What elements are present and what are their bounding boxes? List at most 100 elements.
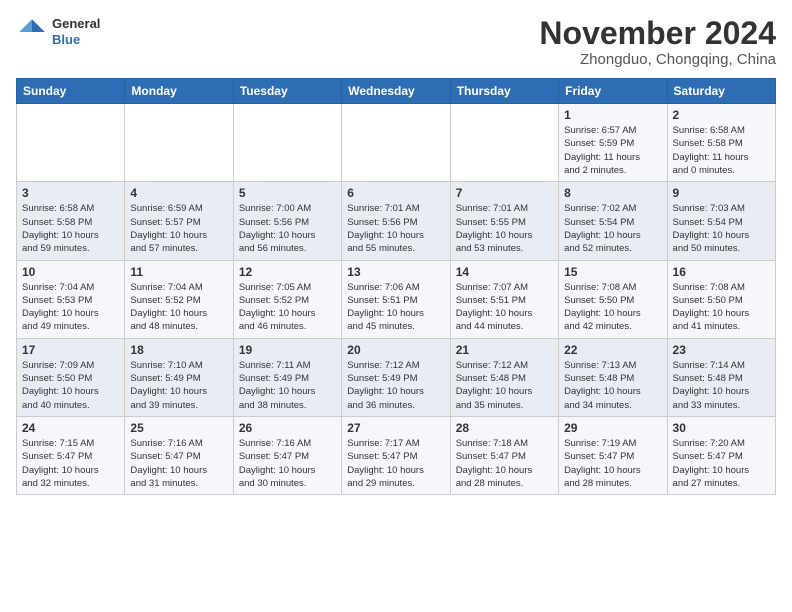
day-number: 20 (347, 343, 444, 357)
day-number: 22 (564, 343, 661, 357)
day-info: Sunrise: 7:03 AM Sunset: 5:54 PM Dayligh… (673, 202, 770, 255)
calendar-cell (233, 104, 341, 182)
day-number: 13 (347, 265, 444, 279)
day-info: Sunrise: 7:11 AM Sunset: 5:49 PM Dayligh… (239, 359, 336, 412)
calendar-cell: 26 Sunrise: 7:16 AM Sunset: 5:47 PM Dayli… (233, 416, 341, 494)
logo: General Blue (16, 16, 100, 48)
weekday-header: Friday (559, 79, 667, 104)
day-number: 9 (673, 186, 770, 200)
calendar-cell: 24 Sunrise: 7:15 AM Sunset: 5:47 PM Dayli… (17, 416, 125, 494)
day-number: 14 (456, 265, 553, 279)
weekday-header: Saturday (667, 79, 775, 104)
day-number: 24 (22, 421, 119, 435)
calendar-week-row: 10Sunrise: 7:04 AM Sunset: 5:53 PM Dayli… (17, 260, 776, 338)
calendar-cell: 5 Sunrise: 7:00 AM Sunset: 5:56 PM Daylig… (233, 182, 341, 260)
day-number: 29 (564, 421, 661, 435)
calendar-cell: 13 Sunrise: 7:06 AM Sunset: 5:51 PM Dayli… (342, 260, 450, 338)
calendar-cell: 25Sunrise: 7:16 AM Sunset: 5:47 PM Dayli… (125, 416, 233, 494)
day-number: 1 (564, 108, 661, 122)
calendar-cell: 11 Sunrise: 7:04 AM Sunset: 5:52 PM Dayli… (125, 260, 233, 338)
day-info: Sunrise: 7:13 AM Sunset: 5:48 PM Dayligh… (564, 359, 661, 412)
day-number: 16 (673, 265, 770, 279)
day-number: 12 (239, 265, 336, 279)
day-number: 11 (130, 265, 227, 279)
day-info: Sunrise: 7:12 AM Sunset: 5:48 PM Dayligh… (456, 359, 553, 412)
calendar-cell: 7Sunrise: 7:01 AM Sunset: 5:55 PM Daylig… (450, 182, 558, 260)
weekday-header: Thursday (450, 79, 558, 104)
day-info: Sunrise: 6:58 AM Sunset: 5:58 PM Dayligh… (673, 124, 770, 177)
day-info: Sunrise: 6:58 AM Sunset: 5:58 PM Dayligh… (22, 202, 119, 255)
calendar-cell: 12 Sunrise: 7:05 AM Sunset: 5:52 PM Dayli… (233, 260, 341, 338)
day-info: Sunrise: 7:10 AM Sunset: 5:49 PM Dayligh… (130, 359, 227, 412)
weekday-header: Sunday (17, 79, 125, 104)
logo-icon (16, 16, 48, 48)
day-number: 6 (347, 186, 444, 200)
day-info: Sunrise: 7:07 AM Sunset: 5:51 PM Dayligh… (456, 281, 553, 334)
calendar-cell: 3 Sunrise: 6:58 AM Sunset: 5:58 PM Daylig… (17, 182, 125, 260)
day-info: Sunrise: 7:15 AM Sunset: 5:47 PM Dayligh… (22, 437, 119, 490)
calendar-cell: 29 Sunrise: 7:19 AM Sunset: 5:47 PM Dayli… (559, 416, 667, 494)
day-info: Sunrise: 7:01 AM Sunset: 5:56 PM Dayligh… (347, 202, 444, 255)
day-number: 5 (239, 186, 336, 200)
calendar-week-row: 1 Sunrise: 6:57 AM Sunset: 5:59 PM Daylig… (17, 104, 776, 182)
calendar-cell: 18Sunrise: 7:10 AM Sunset: 5:49 PM Dayli… (125, 338, 233, 416)
logo-text: General Blue (52, 16, 100, 47)
calendar-cell: 16Sunrise: 7:08 AM Sunset: 5:50 PM Dayli… (667, 260, 775, 338)
weekday-header-row: SundayMondayTuesdayWednesdayThursdayFrid… (17, 79, 776, 104)
weekday-header: Monday (125, 79, 233, 104)
day-number: 25 (130, 421, 227, 435)
calendar-cell (125, 104, 233, 182)
calendar-cell (17, 104, 125, 182)
day-number: 30 (673, 421, 770, 435)
calendar-cell: 15 Sunrise: 7:08 AM Sunset: 5:50 PM Dayli… (559, 260, 667, 338)
day-number: 8 (564, 186, 661, 200)
day-info: Sunrise: 6:59 AM Sunset: 5:57 PM Dayligh… (130, 202, 227, 255)
calendar-cell: 2 Sunrise: 6:58 AM Sunset: 5:58 PM Daylig… (667, 104, 775, 182)
calendar-week-row: 3 Sunrise: 6:58 AM Sunset: 5:58 PM Daylig… (17, 182, 776, 260)
calendar-cell: 1 Sunrise: 6:57 AM Sunset: 5:59 PM Daylig… (559, 104, 667, 182)
calendar-cell: 20 Sunrise: 7:12 AM Sunset: 5:49 PM Dayli… (342, 338, 450, 416)
calendar-cell: 23 Sunrise: 7:14 AM Sunset: 5:48 PM Dayli… (667, 338, 775, 416)
day-info: Sunrise: 7:14 AM Sunset: 5:48 PM Dayligh… (673, 359, 770, 412)
day-info: Sunrise: 7:16 AM Sunset: 5:47 PM Dayligh… (239, 437, 336, 490)
calendar-cell: 14 Sunrise: 7:07 AM Sunset: 5:51 PM Dayli… (450, 260, 558, 338)
calendar-cell: 17 Sunrise: 7:09 AM Sunset: 5:50 PM Dayli… (17, 338, 125, 416)
calendar-cell: 6 Sunrise: 7:01 AM Sunset: 5:56 PM Daylig… (342, 182, 450, 260)
calendar-cell: 28Sunrise: 7:18 AM Sunset: 5:47 PM Dayli… (450, 416, 558, 494)
day-info: Sunrise: 7:00 AM Sunset: 5:56 PM Dayligh… (239, 202, 336, 255)
month-title: November 2024 (539, 16, 776, 51)
calendar-cell: 19 Sunrise: 7:11 AM Sunset: 5:49 PM Dayli… (233, 338, 341, 416)
day-info: Sunrise: 7:02 AM Sunset: 5:54 PM Dayligh… (564, 202, 661, 255)
day-info: Sunrise: 7:04 AM Sunset: 5:52 PM Dayligh… (130, 281, 227, 334)
day-info: Sunrise: 7:12 AM Sunset: 5:49 PM Dayligh… (347, 359, 444, 412)
day-number: 21 (456, 343, 553, 357)
day-number: 7 (456, 186, 553, 200)
day-number: 19 (239, 343, 336, 357)
logo-general: General (52, 16, 100, 32)
weekday-header: Wednesday (342, 79, 450, 104)
day-info: Sunrise: 7:09 AM Sunset: 5:50 PM Dayligh… (22, 359, 119, 412)
day-number: 3 (22, 186, 119, 200)
day-info: Sunrise: 7:06 AM Sunset: 5:51 PM Dayligh… (347, 281, 444, 334)
calendar-cell (342, 104, 450, 182)
calendar-cell: 22 Sunrise: 7:13 AM Sunset: 5:48 PM Dayli… (559, 338, 667, 416)
day-number: 26 (239, 421, 336, 435)
day-number: 15 (564, 265, 661, 279)
day-info: Sunrise: 6:57 AM Sunset: 5:59 PM Dayligh… (564, 124, 661, 177)
day-info: Sunrise: 7:05 AM Sunset: 5:52 PM Dayligh… (239, 281, 336, 334)
calendar-cell: 9 Sunrise: 7:03 AM Sunset: 5:54 PM Daylig… (667, 182, 775, 260)
day-info: Sunrise: 7:08 AM Sunset: 5:50 PM Dayligh… (564, 281, 661, 334)
calendar-table: SundayMondayTuesdayWednesdayThursdayFrid… (16, 78, 776, 495)
title-block: November 2024 Zhongduo, Chongqing, China (539, 16, 776, 68)
calendar-cell: 27Sunrise: 7:17 AM Sunset: 5:47 PM Dayli… (342, 416, 450, 494)
day-info: Sunrise: 7:04 AM Sunset: 5:53 PM Dayligh… (22, 281, 119, 334)
day-info: Sunrise: 7:19 AM Sunset: 5:47 PM Dayligh… (564, 437, 661, 490)
location: Zhongduo, Chongqing, China (539, 51, 776, 68)
day-number: 23 (673, 343, 770, 357)
calendar-cell: 4Sunrise: 6:59 AM Sunset: 5:57 PM Daylig… (125, 182, 233, 260)
day-number: 2 (673, 108, 770, 122)
day-info: Sunrise: 7:20 AM Sunset: 5:47 PM Dayligh… (673, 437, 770, 490)
day-number: 17 (22, 343, 119, 357)
day-info: Sunrise: 7:18 AM Sunset: 5:47 PM Dayligh… (456, 437, 553, 490)
calendar-week-row: 17 Sunrise: 7:09 AM Sunset: 5:50 PM Dayli… (17, 338, 776, 416)
